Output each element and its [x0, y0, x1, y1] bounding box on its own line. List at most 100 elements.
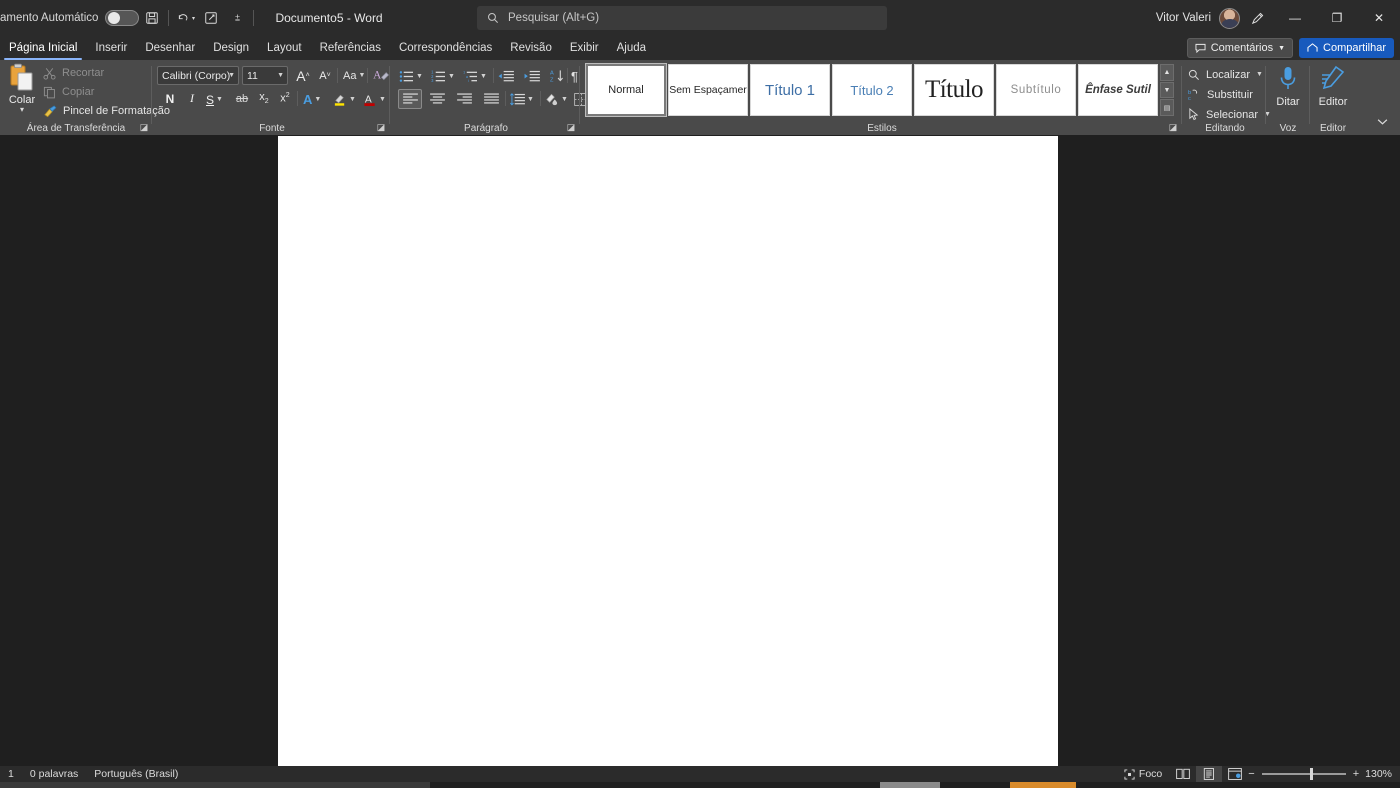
- decrease-indent-button[interactable]: [497, 66, 515, 86]
- tab-inserir[interactable]: Inserir: [86, 37, 136, 59]
- copy-button[interactable]: Copiar: [40, 83, 94, 101]
- style-subtitulo[interactable]: Subtítulo: [996, 64, 1076, 116]
- redo-icon[interactable]: [198, 5, 224, 31]
- replace-icon: b c: [1188, 88, 1201, 101]
- svg-text:3: 3: [431, 78, 434, 83]
- font-color-button[interactable]: A ▼: [361, 89, 388, 110]
- read-mode-icon[interactable]: [1170, 766, 1196, 782]
- increase-indent-button[interactable]: [523, 66, 541, 86]
- sort-button[interactable]: A Z: [549, 66, 566, 86]
- justify-button[interactable]: [479, 89, 503, 109]
- paragraph-dialog-launcher[interactable]: ◪: [565, 121, 577, 133]
- style-sem-espacamento[interactable]: Sem Espaçamer: [668, 64, 748, 116]
- save-icon[interactable]: [139, 5, 165, 31]
- bold-button[interactable]: N: [160, 89, 180, 108]
- avatar[interactable]: [1219, 8, 1240, 29]
- italic-button[interactable]: I: [182, 89, 202, 108]
- web-layout-icon[interactable]: [1222, 766, 1248, 782]
- language-indicator[interactable]: Português (Brasil): [86, 768, 186, 780]
- underline-button[interactable]: S ▼: [204, 89, 225, 110]
- customize-qat-icon[interactable]: ⩲: [224, 5, 250, 31]
- tab-exibir[interactable]: Exibir: [561, 37, 608, 59]
- chevron-down-icon[interactable]: ▼: [1256, 71, 1263, 78]
- zoom-slider-thumb[interactable]: [1310, 768, 1313, 780]
- status-bar: 1 0 palavras Português (Brasil) Foco: [0, 766, 1400, 782]
- clear-formatting-button[interactable]: A: [371, 65, 391, 84]
- document-page[interactable]: [278, 136, 1058, 770]
- find-button[interactable]: Localizar ▼: [1188, 65, 1263, 84]
- comments-button[interactable]: Comentários ▼: [1187, 38, 1293, 58]
- page-number[interactable]: 1: [0, 768, 22, 780]
- numbering-button[interactable]: 1 2 3 ▼: [430, 66, 456, 86]
- font-dialog-launcher[interactable]: ◪: [375, 121, 387, 133]
- subscript-button[interactable]: x2: [254, 89, 274, 108]
- strikethrough-button[interactable]: ab: [232, 89, 252, 108]
- chevron-down-icon[interactable]: ▼: [1278, 45, 1285, 52]
- editor-button[interactable]: Editor: [1309, 65, 1357, 121]
- tab-design[interactable]: Design: [204, 37, 258, 59]
- paste-button[interactable]: Colar ▾: [5, 63, 39, 125]
- change-case-button[interactable]: Aa ▼: [341, 65, 367, 86]
- font-size-combo[interactable]: 11 ▼: [242, 66, 288, 85]
- undo-icon[interactable]: ▾: [172, 5, 198, 31]
- select-button[interactable]: Selecionar ▼: [1188, 105, 1271, 124]
- cut-button[interactable]: Recortar: [40, 64, 104, 82]
- shading-button[interactable]: ▼: [543, 89, 569, 109]
- replace-button[interactable]: b c Substituir: [1188, 85, 1253, 104]
- print-layout-icon[interactable]: [1196, 766, 1222, 782]
- tab-revisao[interactable]: Revisão: [501, 37, 561, 59]
- styles-dialog-launcher[interactable]: ◪: [1167, 121, 1179, 133]
- chevron-down-icon[interactable]: ▾: [20, 107, 24, 113]
- autosave-switch[interactable]: [105, 10, 139, 26]
- tab-layout[interactable]: Layout: [258, 37, 311, 59]
- restore-button[interactable]: ❐: [1316, 0, 1358, 36]
- collapse-ribbon-button[interactable]: [1372, 113, 1392, 129]
- taskbar-item-word[interactable]: [1010, 782, 1076, 788]
- minimize-button[interactable]: —: [1274, 0, 1316, 36]
- superscript-button[interactable]: x2: [275, 89, 295, 108]
- align-right-button[interactable]: [452, 89, 476, 109]
- style-titulo[interactable]: Título: [914, 64, 994, 116]
- close-button[interactable]: ✕: [1358, 0, 1400, 36]
- style-normal[interactable]: Normal: [586, 64, 666, 116]
- tab-pagina-inicial[interactable]: Página Inicial: [0, 37, 86, 59]
- line-spacing-button[interactable]: ▼: [509, 89, 535, 109]
- highlight-color-button[interactable]: ▼: [331, 89, 358, 110]
- styles-scroll-down-button[interactable]: ▼: [1160, 82, 1174, 99]
- search-input[interactable]: Pesquisar (Alt+G): [477, 6, 887, 30]
- style-titulo-1[interactable]: Título 1: [750, 64, 830, 116]
- text-effects-button[interactable]: A ▼: [301, 89, 323, 110]
- autosave-toggle[interactable]: amento Automático: [0, 10, 139, 26]
- style-titulo-2[interactable]: Título 2: [832, 64, 912, 116]
- font-name-combo[interactable]: Calibri (Corpo) ▼: [157, 66, 239, 85]
- word-count[interactable]: 0 palavras: [22, 768, 86, 780]
- pen-annotation-icon[interactable]: [1240, 0, 1274, 36]
- chevron-down-icon[interactable]: ▼: [277, 72, 284, 79]
- tab-referencias[interactable]: Referências: [311, 37, 390, 59]
- align-left-button[interactable]: [398, 89, 422, 109]
- dictate-button[interactable]: Ditar: [1264, 65, 1312, 121]
- taskbar-item-active[interactable]: [880, 782, 940, 788]
- share-button[interactable]: Compartilhar: [1299, 38, 1394, 58]
- zoom-out-button[interactable]: −: [1248, 768, 1254, 780]
- styles-gallery[interactable]: Normal Sem Espaçamer Título 1 Título 2 T…: [586, 64, 1158, 116]
- clipboard-dialog-launcher[interactable]: ◪: [138, 121, 150, 133]
- focus-mode-button[interactable]: Foco: [1116, 768, 1170, 780]
- style-enfase-sutil[interactable]: Ênfase Sutil: [1078, 64, 1158, 116]
- ribbon-group-clipboard: Colar ▾ Recortar Copiar: [0, 60, 152, 135]
- bullets-button[interactable]: ▼: [398, 66, 424, 86]
- zoom-slider[interactable]: [1262, 773, 1346, 775]
- tab-ajuda[interactable]: Ajuda: [608, 37, 655, 59]
- styles-more-button[interactable]: ▤: [1160, 99, 1174, 116]
- shrink-font-button[interactable]: A˅: [315, 66, 335, 85]
- chevron-down-icon[interactable]: ▼: [228, 72, 235, 79]
- zoom-level[interactable]: 130%: [1359, 768, 1400, 780]
- multilevel-list-button[interactable]: 1 a i ▼: [462, 66, 488, 86]
- tab-correspondencias[interactable]: Correspondências: [390, 37, 501, 59]
- document-canvas: [0, 135, 1400, 770]
- show-formatting-marks-button[interactable]: ¶: [570, 66, 579, 86]
- tab-desenhar[interactable]: Desenhar: [136, 37, 204, 59]
- styles-scroll-up-button[interactable]: ▲: [1160, 64, 1174, 81]
- align-center-button[interactable]: [425, 89, 449, 109]
- grow-font-button[interactable]: A˄: [293, 66, 313, 85]
